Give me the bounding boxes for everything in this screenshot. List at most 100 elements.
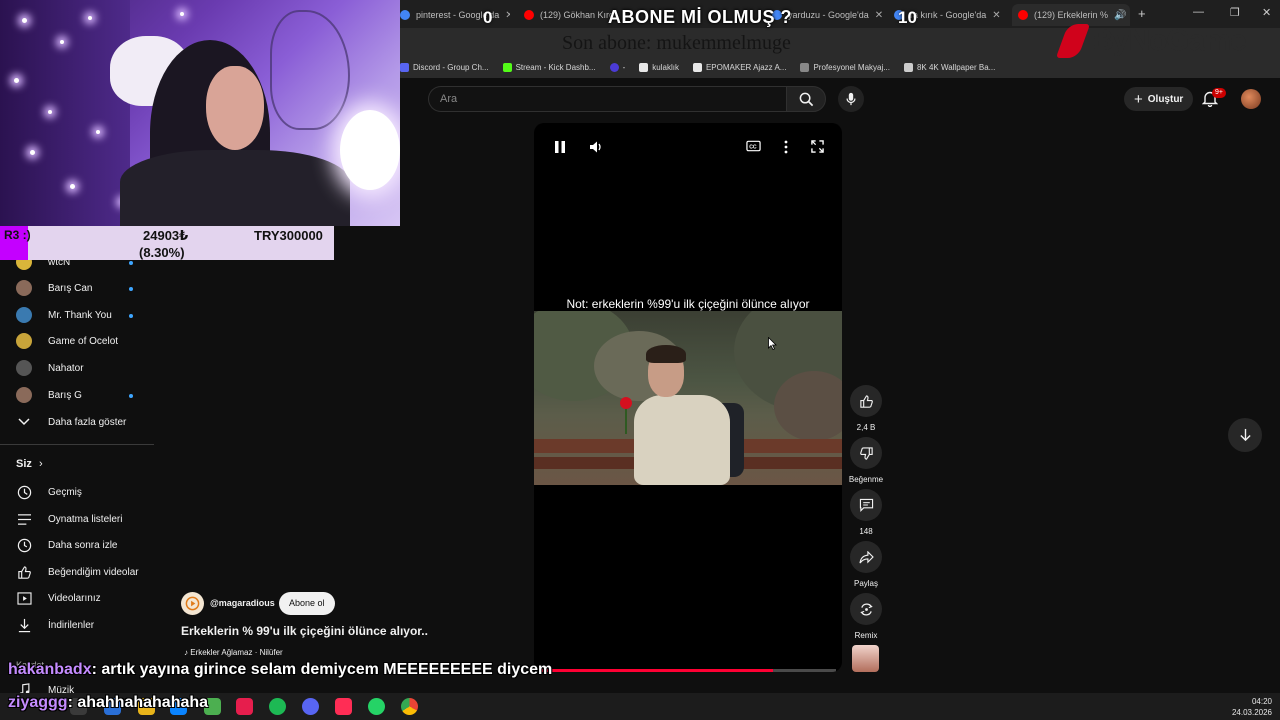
bookmark[interactable]: 8K 4K Wallpaper Ba... xyxy=(903,62,996,72)
sidebar-subscription[interactable]: Game of Ocelot xyxy=(16,331,118,351)
sidebar-item-downloads[interactable]: İndirilenler xyxy=(16,615,94,635)
dislike-label: Beğenme xyxy=(848,475,884,484)
channel-avatar[interactable] xyxy=(181,592,204,615)
channel-avatar xyxy=(16,333,32,349)
chrome-icon[interactable] xyxy=(401,698,418,715)
channel-logo-icon xyxy=(185,596,200,611)
bookmark-label: 8K 4K Wallpaper Ba... xyxy=(916,62,996,72)
close-icon[interactable]: ✕ xyxy=(992,10,1000,21)
whatsapp-icon[interactable] xyxy=(368,698,385,715)
browser-tab[interactable]: pinterest - Google'da ✕ xyxy=(400,4,510,26)
bynogame-logo: ByNoGame xyxy=(1055,24,1247,58)
show-more-button[interactable]: Daha fazla göster xyxy=(16,412,126,432)
pause-button[interactable] xyxy=(554,140,566,157)
sidebar-item-label: Oynatma listeleri xyxy=(48,513,123,525)
video-caption: Not: erkeklerin %99'u ilk çiçeğini ölünc… xyxy=(566,297,810,311)
system-clock[interactable]: 04:20 24.03.2026 xyxy=(1232,696,1272,718)
search-icon xyxy=(799,92,813,106)
bookmark-icon xyxy=(609,62,619,72)
more-options-button[interactable] xyxy=(784,140,788,157)
live-indicator xyxy=(129,261,133,265)
kick-icon xyxy=(502,62,512,72)
comment-count: 148 xyxy=(859,527,873,536)
chat-text: : artık yayına girince selam demiycem ME… xyxy=(91,661,553,678)
counter-current: 0 xyxy=(483,8,493,27)
sound-link[interactable]: ♪ Erkekler Ağlamaz · Nilüfer xyxy=(184,648,283,657)
next-short-button[interactable] xyxy=(1228,418,1262,452)
tiktok-icon[interactable] xyxy=(335,698,352,715)
bookmark[interactable]: Discord - Group Ch... xyxy=(400,62,489,72)
share-button[interactable]: Paylaş xyxy=(850,541,882,588)
more-vert-icon xyxy=(784,140,788,154)
tab-label: yarduzu - Google'da xyxy=(788,10,869,20)
remix-button[interactable]: Remix xyxy=(850,593,882,640)
shorts-player[interactable]: CC Not: erkeklerin %99'u ilk çiçeğini öl… xyxy=(534,123,842,672)
fullscreen-button[interactable] xyxy=(811,140,824,156)
speaker-icon[interactable]: 🔊 xyxy=(1114,10,1126,21)
close-icon[interactable]: ✕ xyxy=(875,10,882,21)
sidebar-item-watch-later[interactable]: Daha sonra izle xyxy=(16,535,117,555)
account-avatar[interactable] xyxy=(1241,89,1261,109)
dislike-button[interactable]: Beğenme xyxy=(848,437,884,484)
channel-name[interactable]: @magaradious xyxy=(210,598,275,608)
sidebar-subscription[interactable]: Barış G xyxy=(16,385,82,405)
tab-label: ra kırık - Google'da xyxy=(910,10,987,20)
comments-button[interactable]: 148 xyxy=(850,489,882,536)
video-title[interactable]: Erkeklerin % 99'u ilk çiçeğini ölünce al… xyxy=(181,624,428,638)
voice-search-button[interactable] xyxy=(838,86,864,112)
bookmark[interactable]: - xyxy=(609,62,626,72)
restore-button[interactable]: ❐ xyxy=(1230,6,1240,19)
subscribe-button[interactable]: Abone ol xyxy=(279,592,335,615)
taskbar-app-icon[interactable] xyxy=(236,698,253,715)
sidebar-subscription[interactable]: Nahator xyxy=(16,358,84,378)
comment-icon xyxy=(859,498,873,512)
sidebar-item-playlists[interactable]: Oynatma listeleri xyxy=(16,509,122,529)
logo-text: ByNoGame xyxy=(1092,24,1247,57)
bookmark-icon xyxy=(903,62,913,72)
sound-thumbnail[interactable] xyxy=(852,645,879,672)
minimize-button[interactable]: — xyxy=(1193,6,1204,18)
bookmark-label: - xyxy=(622,62,626,72)
live-indicator xyxy=(129,287,133,291)
pause-icon xyxy=(555,141,565,153)
last-subscriber: Son abone: mukemmelmuge xyxy=(562,32,791,54)
bookmark-label: EPOMAKER Ajazz A... xyxy=(705,62,787,72)
chat-text: : ahahhahahahaha xyxy=(67,694,209,711)
search-button[interactable] xyxy=(786,86,826,112)
channel-avatar xyxy=(16,280,32,296)
sidebar-subscription[interactable]: Barış Can xyxy=(16,278,92,298)
create-button[interactable]: + Oluştur xyxy=(1124,87,1194,111)
sidebar-item-your-videos[interactable]: Videolarınız xyxy=(16,588,101,608)
captions-button[interactable]: CC xyxy=(746,140,761,155)
spotify-icon[interactable] xyxy=(269,698,286,715)
your-videos-icon xyxy=(16,590,32,606)
mouse-cursor-icon xyxy=(768,337,777,350)
bookmark-icon xyxy=(639,62,649,72)
like-count: 2,4 B xyxy=(856,423,876,432)
new-tab-button[interactable]: + xyxy=(1138,6,1146,21)
bookmark[interactable]: kulaklık xyxy=(639,62,679,72)
sidebar-item-label: Nahator xyxy=(48,362,84,374)
sidebar-item-history[interactable]: Geçmiş xyxy=(16,482,82,502)
bookmark[interactable]: Stream - Kick Dashb... xyxy=(502,62,596,72)
volume-button[interactable] xyxy=(589,140,603,157)
sidebar-divider xyxy=(0,444,154,445)
bookmark[interactable]: Profesyonel Makyaj... xyxy=(800,62,890,72)
you-section-header[interactable]: Siz › xyxy=(16,458,43,470)
channel-avatar xyxy=(16,360,32,376)
rose-stem xyxy=(625,408,627,434)
share-label: Paylaş xyxy=(853,579,878,588)
like-button[interactable]: 2,4 B xyxy=(850,385,882,432)
bookmark[interactable]: EPOMAKER Ajazz A... xyxy=(692,62,787,72)
svg-text:CC: CC xyxy=(749,144,757,150)
chevron-right-icon: › xyxy=(38,458,43,470)
browser-tab-active[interactable]: (129) Erkeklerin % 🔊 ✕ xyxy=(1012,4,1130,26)
sidebar-subscription[interactable]: Mr. Thank You xyxy=(16,305,112,325)
video-progress-bar[interactable] xyxy=(534,669,836,672)
search-input[interactable]: Ara xyxy=(428,86,786,112)
donation-goal: TRY300000 xyxy=(254,228,323,243)
close-icon[interactable]: ✕ xyxy=(505,10,510,21)
sidebar-item-liked[interactable]: Beğendiğim videolar xyxy=(16,562,139,582)
discord-icon[interactable] xyxy=(302,698,319,715)
close-window-button[interactable]: ✕ xyxy=(1262,6,1271,19)
